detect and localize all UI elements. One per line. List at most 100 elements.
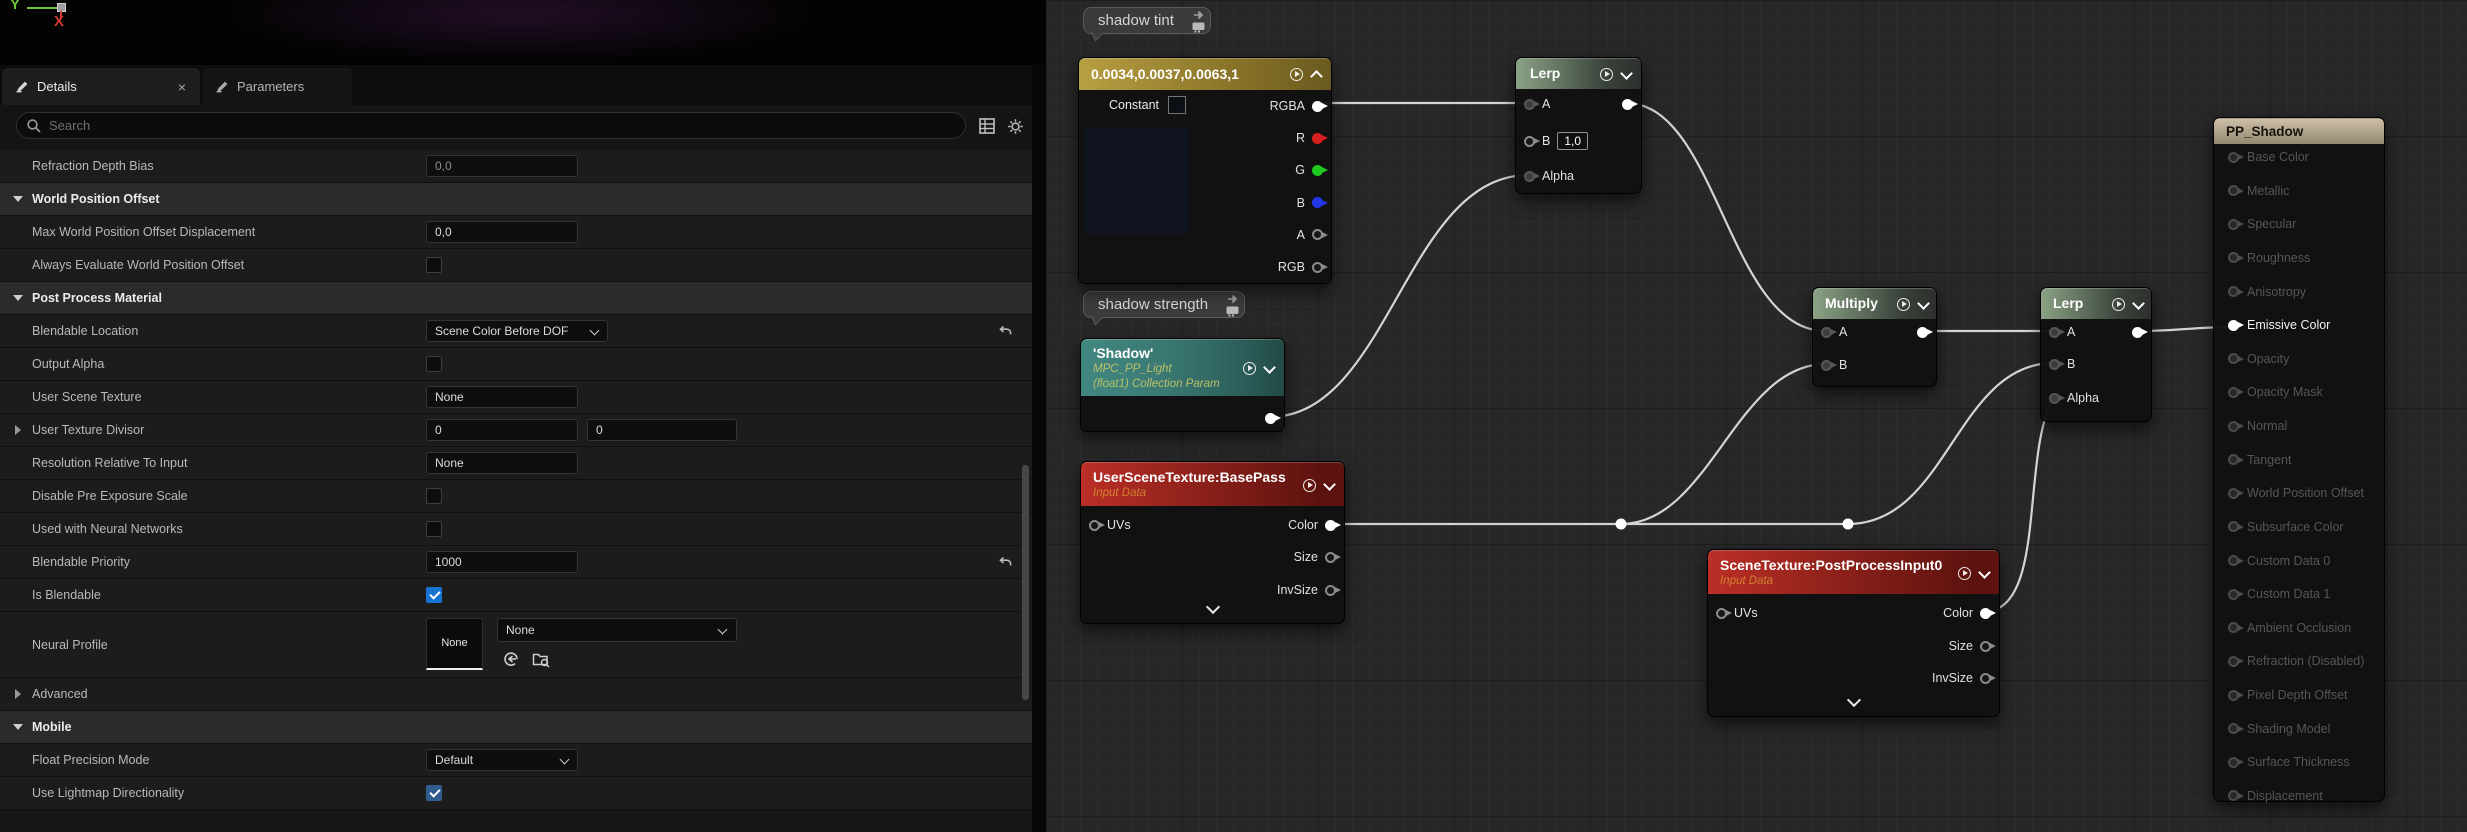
input-pin-alpha[interactable]: Alpha — [1524, 168, 1574, 184]
search-input[interactable]: Search — [16, 112, 966, 139]
input-pin-uvs[interactable]: UVs — [1716, 605, 1758, 621]
node-userscenetexture-basepass[interactable]: UserSceneTexture:BasePass Input Data UVs… — [1080, 461, 1345, 624]
close-icon[interactable]: × — [178, 80, 186, 94]
output-pin-size[interactable]: Size — [1294, 549, 1336, 565]
expand-node-chevron-icon[interactable] — [1846, 693, 1860, 707]
pin-dot[interactable] — [2228, 219, 2239, 230]
pin-dot[interactable] — [2228, 555, 2239, 566]
input-pin-a[interactable]: A — [2049, 324, 2075, 340]
chevron-down-icon[interactable] — [1917, 297, 1930, 310]
color-swatch[interactable] — [1168, 96, 1186, 114]
pin-default-value[interactable]: 1,0 — [1557, 132, 1588, 150]
pin-dot[interactable] — [2228, 353, 2239, 364]
input-pin-b[interactable]: B — [2049, 356, 2075, 372]
expand-node-chevron-icon[interactable] — [1205, 600, 1219, 614]
chevron-down-icon[interactable] — [1263, 361, 1276, 374]
play-icon[interactable] — [1897, 298, 1910, 311]
pin-icon[interactable] — [1226, 293, 1238, 305]
material-output-pin[interactable]: Specular — [2214, 217, 2384, 231]
output-pin-invsize[interactable]: InvSize — [1932, 670, 1991, 686]
category-world-position-offset[interactable]: World Position Offset — [0, 183, 1032, 216]
details-scrollbar[interactable] — [1022, 465, 1029, 700]
pin-dot[interactable] — [2228, 387, 2239, 398]
material-output-pin[interactable]: Opacity — [2214, 352, 2384, 366]
pin-dot[interactable] — [2228, 320, 2239, 331]
pin-dot[interactable] — [2228, 286, 2239, 297]
node-lerp-2[interactable]: Lerp A B Alpha — [2040, 287, 2152, 422]
output-pin-color[interactable]: Color — [1288, 517, 1336, 533]
pin-dot[interactable] — [1312, 262, 1323, 273]
material-output-pin[interactable]: Custom Data 1 — [2214, 587, 2384, 601]
output-pin[interactable]: R — [1211, 122, 1331, 154]
pin-dot[interactable] — [2228, 589, 2239, 600]
pin-dot[interactable] — [2228, 454, 2239, 465]
grid-view-icon[interactable] — [979, 118, 995, 135]
pin-dot[interactable] — [2228, 252, 2239, 263]
user-scene-texture-field[interactable]: None — [426, 386, 578, 408]
pin-dot[interactable] — [2228, 757, 2239, 768]
pin-dot[interactable] — [2228, 421, 2239, 432]
neural-profile-dropdown[interactable]: None — [497, 618, 737, 642]
material-output-pin[interactable]: Roughness — [2214, 251, 2384, 265]
output-pin[interactable]: G — [1211, 154, 1331, 186]
revert-arrow-icon[interactable] — [998, 323, 1013, 338]
node-result-pp-shadow[interactable]: PP_Shadow Base Color Metallic Specular — [2213, 117, 2385, 802]
play-icon[interactable] — [1303, 479, 1316, 492]
output-pin[interactable] — [1265, 410, 1276, 426]
output-pin-invsize[interactable]: InvSize — [1277, 582, 1336, 598]
pin-dot[interactable] — [1312, 229, 1323, 240]
max-wpo-displacement-field[interactable]: 0,0 — [426, 221, 578, 243]
output-pin[interactable] — [1917, 324, 1928, 340]
input-pin-b[interactable]: B1,0 — [1524, 133, 1588, 149]
material-preview-viewport[interactable]: Y X — [0, 0, 1046, 65]
material-output-pin[interactable]: Subsurface Color — [2214, 520, 2384, 534]
material-output-pin[interactable]: Surface Thickness — [2214, 755, 2384, 769]
chevron-down-icon[interactable] — [1323, 478, 1336, 491]
material-output-pin[interactable]: Emissive Color — [2214, 318, 2384, 332]
material-output-pin[interactable]: Metallic — [2214, 184, 2384, 198]
always-evaluate-wpo-checkbox[interactable] — [426, 257, 442, 273]
browse-asset-icon[interactable] — [532, 650, 551, 668]
pin-dot[interactable] — [2228, 690, 2239, 701]
output-pin[interactable] — [2132, 324, 2143, 340]
is-blendable-checkbox[interactable] — [426, 587, 442, 603]
use-lightmap-directionality-checkbox[interactable] — [426, 785, 442, 801]
node-scenetexture-postprocessinput0[interactable]: SceneTexture:PostProcessInput0 Input Dat… — [1707, 549, 2000, 717]
material-output-pin[interactable]: Anisotropy — [2214, 285, 2384, 299]
material-output-pin[interactable]: Pixel Depth Offset — [2214, 688, 2384, 702]
output-pin[interactable]: RGBA — [1211, 90, 1331, 122]
node-constant-shadow-tint[interactable]: 0.0034,0.0037,0.0063,1 Constant RGBA R — [1078, 57, 1332, 284]
neural-profile-thumbnail[interactable]: None — [426, 618, 483, 670]
play-icon[interactable] — [1243, 362, 1256, 375]
material-output-pin[interactable]: Tangent — [2214, 453, 2384, 467]
chevron-right-icon[interactable] — [15, 425, 21, 435]
category-mobile[interactable]: Mobile — [0, 711, 1032, 744]
output-pin[interactable]: A — [1211, 219, 1331, 251]
pin-dot[interactable] — [2228, 622, 2239, 633]
material-output-pin[interactable]: Displacement — [2214, 789, 2384, 803]
play-icon[interactable] — [2112, 298, 2125, 311]
input-pin-a[interactable]: A — [1821, 324, 1847, 340]
material-output-pin[interactable]: Base Color — [2214, 150, 2384, 164]
play-icon[interactable] — [1290, 68, 1303, 81]
disable-pre-exposure-scale-checkbox[interactable] — [426, 488, 442, 504]
node-lerp-1[interactable]: Lerp A B1,0 Alpha — [1515, 57, 1642, 194]
comment-bubble-shadow-strength[interactable]: shadow strength — [1083, 291, 1245, 318]
input-pin-a[interactable]: A — [1524, 96, 1550, 112]
input-pin-b[interactable]: B — [1821, 357, 1847, 373]
user-texture-divisor-x-field[interactable]: 0 — [426, 419, 578, 441]
float-precision-mode-dropdown[interactable]: Default — [426, 749, 578, 771]
comment-icon[interactable] — [1192, 22, 1205, 33]
material-output-pin[interactable]: World Position Offset — [2214, 486, 2384, 500]
resolution-relative-to-input-field[interactable]: None — [426, 452, 578, 474]
blendable-priority-field[interactable]: 1000 — [426, 551, 578, 573]
input-pin-uvs[interactable]: UVs — [1089, 517, 1131, 533]
pin-dot[interactable] — [1312, 165, 1323, 176]
material-output-pin[interactable]: Opacity Mask — [2214, 385, 2384, 399]
material-output-pin[interactable]: Custom Data 0 — [2214, 554, 2384, 568]
chevron-down-icon[interactable] — [2132, 297, 2145, 310]
material-output-pin[interactable]: Refraction (Disabled) — [2214, 654, 2384, 668]
pin-icon[interactable] — [1192, 9, 1204, 21]
comment-bubble-shadow-tint[interactable]: shadow tint — [1083, 7, 1211, 34]
tab-parameters[interactable]: Parameters — [202, 68, 352, 105]
